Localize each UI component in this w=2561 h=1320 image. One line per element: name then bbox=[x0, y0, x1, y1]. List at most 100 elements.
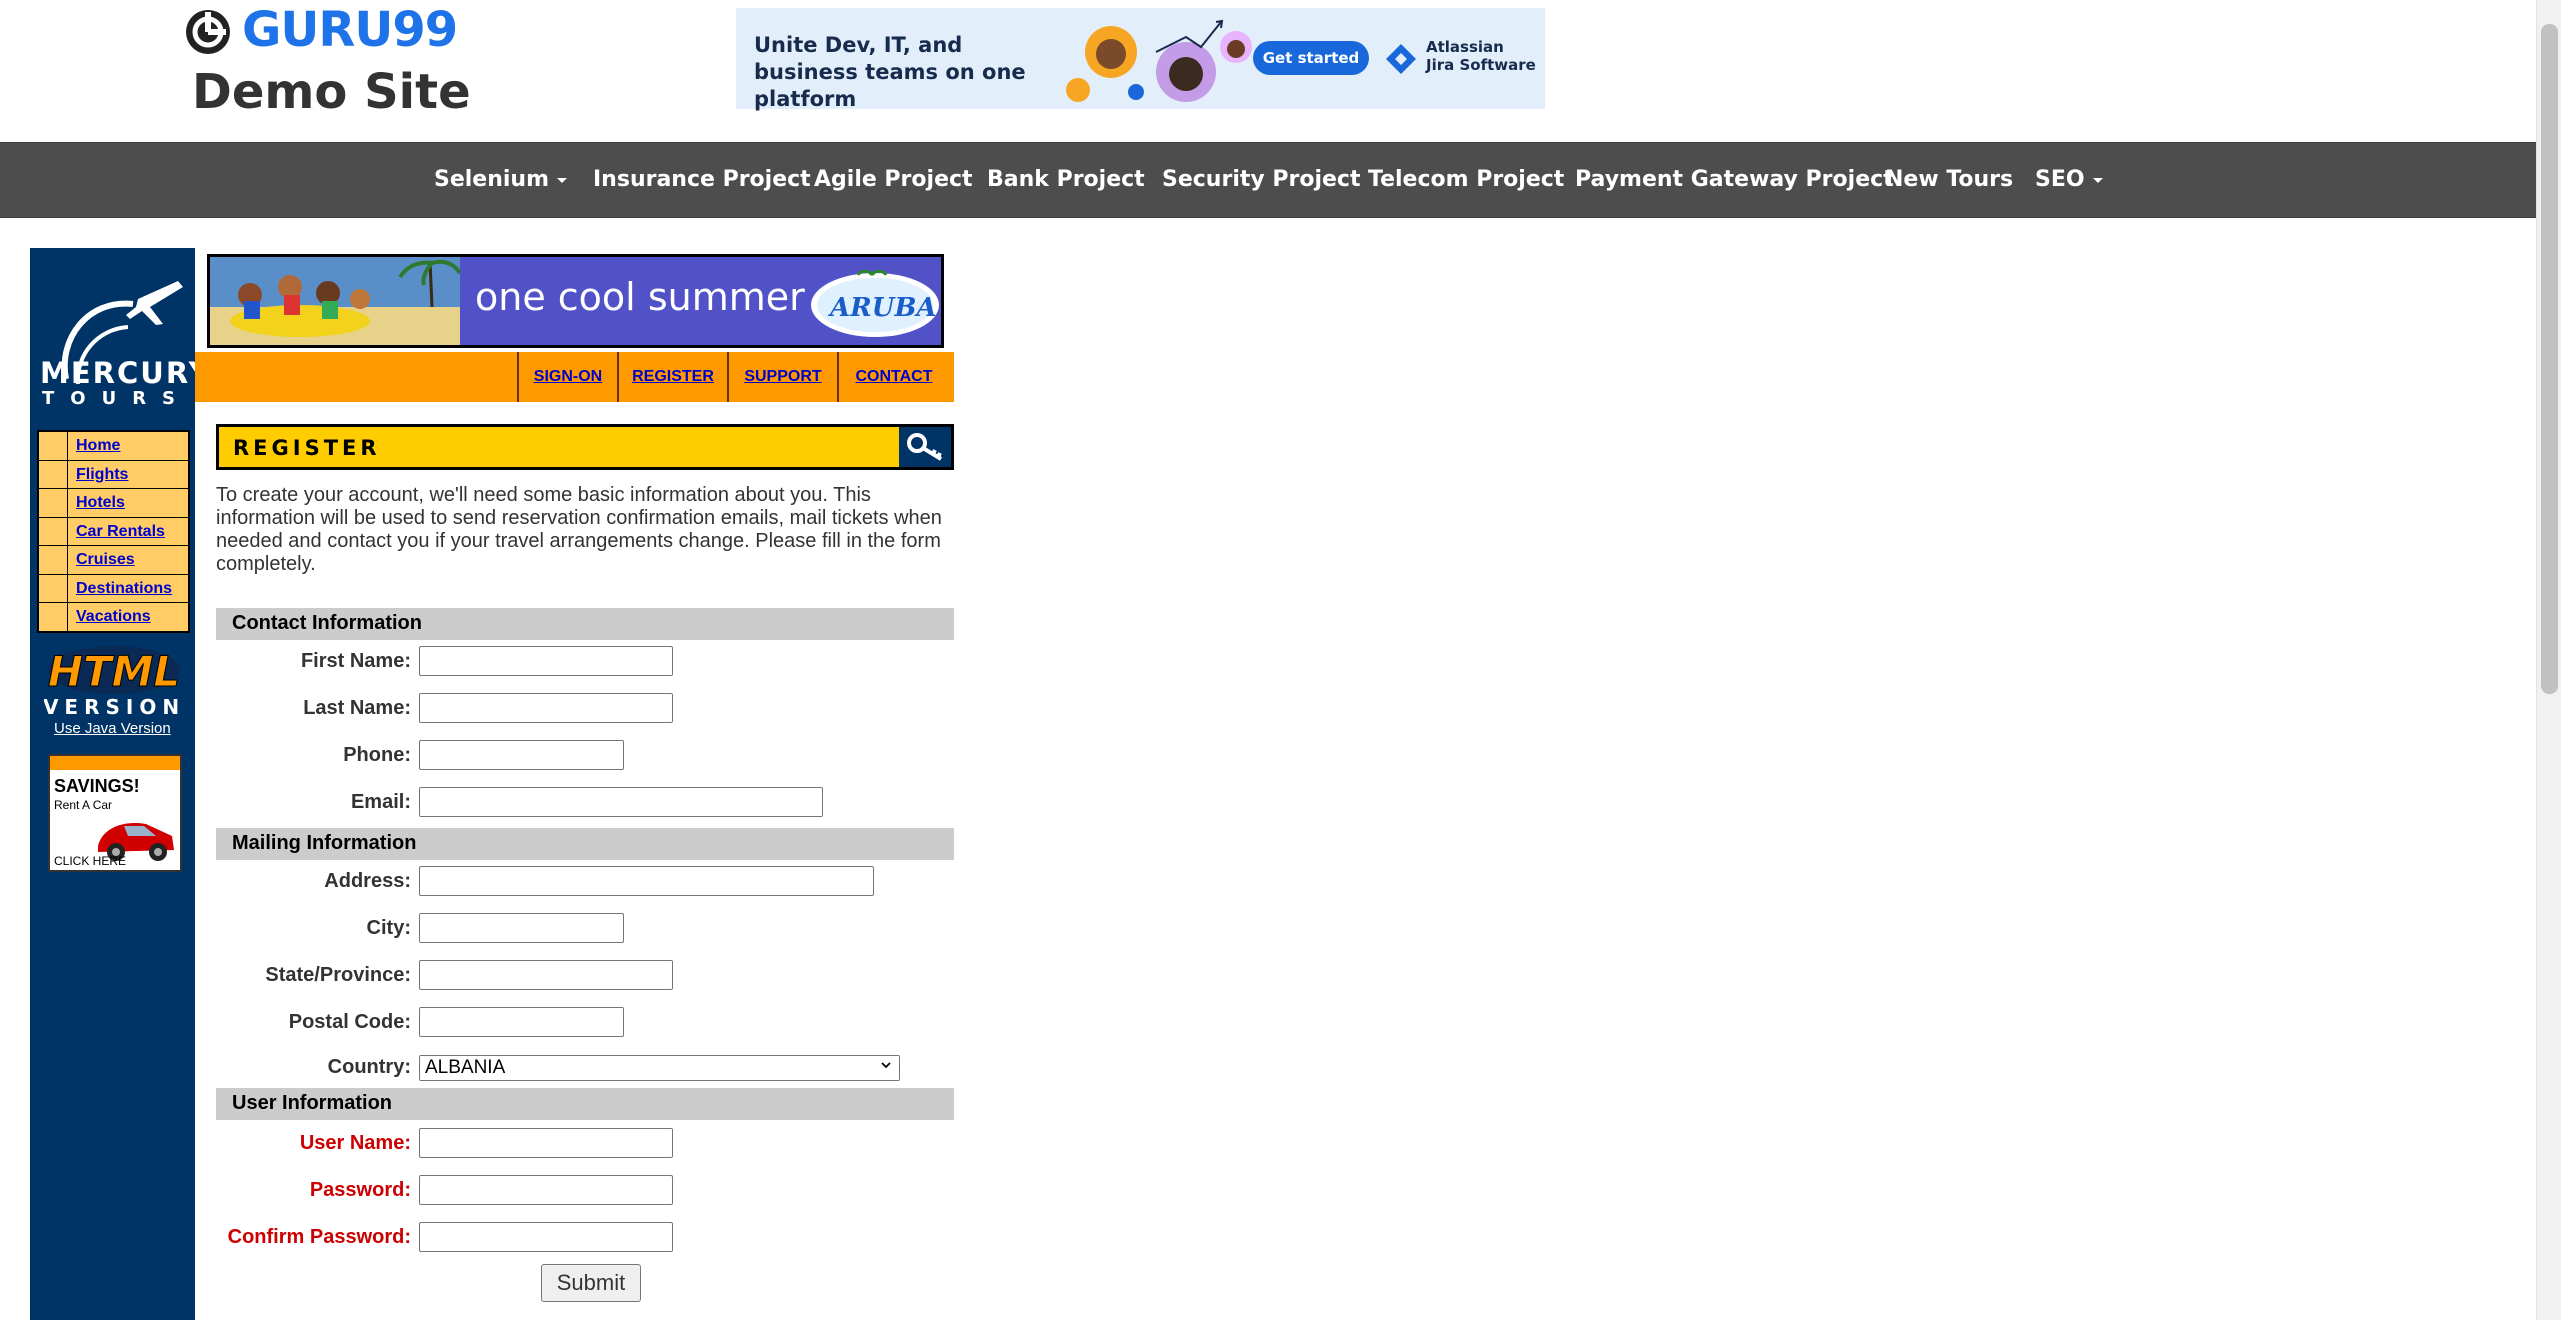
postal-code-label: Postal Code: bbox=[288, 1011, 411, 1033]
password-label: Password: bbox=[309, 1179, 411, 1201]
last-name-input[interactable] bbox=[419, 693, 673, 723]
nav-bullet-square bbox=[39, 517, 68, 545]
phone-label: Phone: bbox=[343, 744, 411, 766]
ad-product-name: Atlassian Jira Software bbox=[1426, 38, 1536, 74]
side-nav-item-flights: Flights bbox=[39, 460, 188, 489]
mercury-side-nav: Home Flights Hotels Car Rentals Cruises … bbox=[37, 430, 190, 633]
state-province-input[interactable] bbox=[419, 960, 673, 990]
first-name-input[interactable] bbox=[419, 646, 673, 676]
submit-button[interactable]: Submit bbox=[541, 1264, 641, 1302]
use-java-version-link[interactable]: Use Java Version bbox=[54, 720, 171, 737]
caret-down-icon bbox=[557, 177, 568, 183]
side-nav-link[interactable]: Cruises bbox=[76, 551, 135, 569]
nav-new-tours[interactable]: New Tours bbox=[1885, 143, 2013, 217]
nav-security-project[interactable]: Security Project bbox=[1162, 143, 1360, 217]
user-name-label: User Name: bbox=[299, 1132, 411, 1154]
side-nav-item-home: Home bbox=[39, 432, 188, 461]
side-nav-link[interactable]: Hotels bbox=[76, 494, 125, 512]
side-nav-item-car-rentals: Car Rentals bbox=[39, 517, 188, 546]
confirm-password-input[interactable] bbox=[419, 1222, 673, 1252]
brand-logo-text[interactable]: GURU99 bbox=[242, 0, 458, 60]
side-nav-item-hotels: Hotels bbox=[39, 489, 188, 518]
user-name-input[interactable] bbox=[419, 1128, 673, 1158]
nav-bank-project[interactable]: Bank Project bbox=[987, 143, 1145, 217]
ad-get-started-button[interactable]: Get started bbox=[1253, 41, 1369, 75]
aruba-badge-text: ARUBA bbox=[830, 293, 937, 323]
savings-title: SAVINGS! bbox=[54, 776, 140, 796]
mercury-main-content: one cool summer ARUBA SIGN-ON REGISTER S… bbox=[195, 248, 954, 1320]
tab-contact[interactable]: CONTACT bbox=[837, 352, 949, 402]
nav-bullet-square bbox=[39, 546, 68, 574]
phone-input[interactable] bbox=[419, 740, 624, 770]
country-select[interactable]: ALBANIA bbox=[419, 1055, 900, 1081]
nav-selenium-dropdown[interactable]: Selenium bbox=[434, 143, 568, 217]
password-input[interactable] bbox=[419, 1175, 673, 1205]
savings-click-here: CLICK HERE bbox=[54, 854, 127, 868]
tab-sign-on[interactable]: SIGN-ON bbox=[517, 352, 617, 402]
vertical-scrollbar[interactable] bbox=[2536, 0, 2561, 1320]
country-label: Country: bbox=[327, 1056, 411, 1078]
scrollbar-thumb[interactable] bbox=[2541, 24, 2558, 694]
section-contact-information: Contact Information bbox=[216, 608, 954, 640]
mercury-tours-frame: MERCURY TOURS Home Flights Hotels Car Re… bbox=[30, 248, 954, 1320]
site-header: GURU99 Demo Site Unite Dev, IT, and busi… bbox=[0, 0, 2536, 142]
side-nav-item-destinations: Destinations bbox=[39, 574, 188, 603]
first-name-label: First Name: bbox=[300, 650, 411, 672]
savings-rent-a-car-ad[interactable]: SAVINGS! Rent A Car CLICK HERE bbox=[48, 754, 182, 872]
side-nav-link[interactable]: Car Rentals bbox=[76, 523, 165, 541]
section-user-information: User Information bbox=[216, 1088, 954, 1120]
page-title: REGISTER bbox=[233, 436, 381, 460]
mercury-logo-word: TOURS bbox=[42, 388, 192, 409]
confirm-password-label: Confirm Password: bbox=[227, 1226, 411, 1248]
nav-telecom-project[interactable]: Telecom Project bbox=[1368, 143, 1564, 217]
side-nav-link[interactable]: Home bbox=[76, 437, 120, 455]
savings-top-strip bbox=[50, 756, 180, 770]
address-label: Address: bbox=[324, 870, 411, 892]
beach-photo-image bbox=[210, 257, 460, 345]
mercury-top-tabs: SIGN-ON REGISTER SUPPORT CONTACT bbox=[195, 352, 954, 402]
chevron-down-icon bbox=[881, 1062, 891, 1069]
nav-agile-project[interactable]: Agile Project bbox=[814, 143, 973, 217]
section-title: Contact Information bbox=[232, 612, 422, 634]
nav-bullet-square bbox=[39, 460, 68, 488]
jira-diamond-icon bbox=[1386, 44, 1416, 74]
nav-insurance-project[interactable]: Insurance Project bbox=[593, 143, 811, 217]
nav-payment-gateway-project[interactable]: Payment Gateway Project bbox=[1575, 143, 1894, 217]
mercury-logo-word: MERCURY bbox=[40, 356, 212, 390]
side-nav-link[interactable]: Flights bbox=[76, 466, 128, 484]
side-nav-link[interactable]: Vacations bbox=[76, 608, 151, 626]
html-version-logo: HTML VERSION bbox=[44, 646, 184, 719]
country-selected-value: ALBANIA bbox=[425, 1057, 506, 1078]
section-title: Mailing Information bbox=[232, 832, 417, 854]
email-input[interactable] bbox=[419, 787, 823, 817]
side-nav-item-vacations: Vacations bbox=[39, 603, 188, 631]
tab-register[interactable]: REGISTER bbox=[617, 352, 727, 402]
city-input[interactable] bbox=[419, 913, 624, 943]
section-mailing-information: Mailing Information bbox=[216, 828, 954, 860]
side-nav-link[interactable]: Destinations bbox=[76, 580, 172, 598]
key-icon bbox=[907, 433, 943, 461]
last-name-label: Last Name: bbox=[303, 697, 411, 719]
main-navbar: Selenium Insurance Project Agile Project… bbox=[0, 142, 2536, 218]
key-icon-box bbox=[899, 427, 951, 467]
postal-code-input[interactable] bbox=[419, 1007, 624, 1037]
guru99-logo-icon[interactable] bbox=[184, 8, 232, 56]
nav-bullet-square bbox=[39, 574, 68, 602]
caret-down-icon bbox=[2092, 177, 2103, 183]
nav-bullet-square bbox=[39, 489, 68, 517]
nav-bullet-square bbox=[39, 603, 68, 631]
nav-seo-dropdown[interactable]: SEO bbox=[2035, 143, 2103, 217]
tab-support[interactable]: SUPPORT bbox=[727, 352, 837, 402]
state-province-label: State/Province: bbox=[265, 964, 411, 986]
version-word: VERSION bbox=[44, 695, 184, 719]
ad-headline: Unite Dev, IT, and business teams on one… bbox=[754, 33, 1026, 111]
nav-bullet-square bbox=[39, 432, 68, 460]
html-word: HTML bbox=[48, 647, 180, 696]
address-input[interactable] bbox=[419, 866, 874, 896]
city-label: City: bbox=[366, 917, 411, 939]
advertisement-banner[interactable]: Unite Dev, IT, and business teams on one… bbox=[736, 8, 1545, 111]
mercury-sidebar: MERCURY TOURS Home Flights Hotels Car Re… bbox=[30, 248, 212, 1320]
site-subtitle: Demo Site bbox=[192, 64, 471, 120]
one-cool-summer-banner[interactable]: one cool summer ARUBA bbox=[207, 254, 944, 348]
banner-slogan: one cool summer bbox=[475, 275, 805, 319]
